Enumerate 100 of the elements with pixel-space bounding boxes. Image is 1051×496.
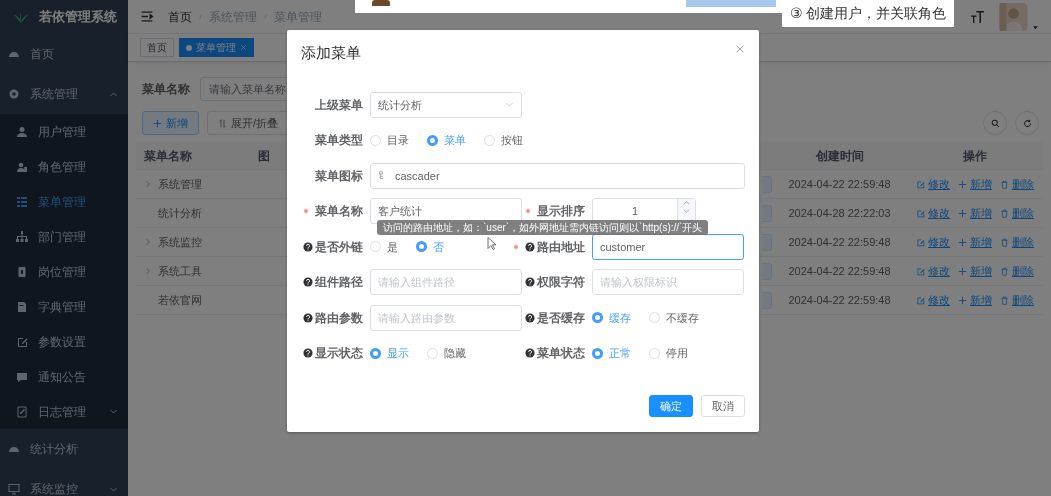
table-cell-text: 2024-04-22 22:59:48 <box>787 292 892 308</box>
refresh-button[interactable] <box>1015 111 1039 135</box>
search-icon <box>990 118 1000 128</box>
sidebar-item[interactable]: 系统管理 <box>0 74 128 114</box>
action-link[interactable]: 新增 <box>958 204 992 222</box>
column-header: 图 <box>258 148 270 163</box>
radio-option[interactable]: 菜单 <box>427 132 466 149</box>
radio-option[interactable]: 正常 <box>592 345 631 362</box>
list-icon <box>16 195 28 208</box>
sidebar-item[interactable]: 字典管理 <box>0 289 128 324</box>
cancel-button[interactable]: 取消 <box>701 395 745 417</box>
plus-icon <box>153 118 162 128</box>
icon-field[interactable]: cascader <box>370 162 745 189</box>
add-button[interactable]: 新增 <box>142 111 199 135</box>
action-link[interactable]: 新增 <box>958 175 992 193</box>
input-field[interactable]: customer <box>592 233 744 260</box>
sidebar-item[interactable]: 首页 <box>0 34 128 74</box>
expand-icon[interactable] <box>144 180 152 188</box>
tooltip: 访问的路由地址，如：`user`，如外网地址需内链访问则以`http(s)://`开头 <box>377 220 709 235</box>
plus-icon <box>958 208 967 218</box>
confirm-button[interactable]: 确定 <box>649 395 693 417</box>
sort-icon <box>218 118 227 128</box>
field-label: 菜单名称 <box>315 203 363 221</box>
radio-option[interactable]: 缓存 <box>592 309 631 326</box>
table-cell-text: 系统监控 <box>158 234 202 250</box>
action-link[interactable]: 新增 <box>958 233 992 251</box>
table-cell-text: 若依官网 <box>158 292 202 308</box>
sidebar-item[interactable]: 系统监控 <box>0 469 128 496</box>
log-icon <box>16 405 28 418</box>
trash-icon <box>1000 237 1009 247</box>
action-link[interactable]: 修改 <box>916 175 950 193</box>
radio-option[interactable]: 目录 <box>370 132 409 149</box>
radio-option[interactable]: 显示 <box>370 345 409 362</box>
menu-icon <box>140 10 154 23</box>
users-icon <box>16 160 28 173</box>
plus-icon <box>958 266 967 276</box>
dropdown-field[interactable]: 统计分析 <box>370 91 522 118</box>
column-header: 菜单名称 <box>144 147 192 165</box>
monitor-icon <box>8 483 20 495</box>
sidebar-item[interactable]: 菜单管理 <box>0 184 128 219</box>
radio-option[interactable]: 否 <box>416 238 444 255</box>
radio-option[interactable]: 停用 <box>649 345 688 362</box>
app-title: 若依管理系统 <box>39 8 117 27</box>
column-header: 操作 <box>963 147 987 165</box>
expand-icon[interactable] <box>144 238 152 246</box>
tab[interactable]: 首页 <box>140 38 174 57</box>
sidebar-item[interactable]: 部门管理 <box>0 219 128 254</box>
refresh-icon <box>1022 118 1032 128</box>
action-link[interactable]: 修改 <box>916 291 950 309</box>
field-label: 是否外链 <box>315 238 363 256</box>
trash-icon <box>1000 295 1009 305</box>
radio-option[interactable]: 不缓存 <box>649 309 699 326</box>
gear-icon <box>8 88 20 100</box>
action-link[interactable]: 修改 <box>916 233 950 251</box>
action-link[interactable]: 新增 <box>958 262 992 280</box>
column-header: 创建时间 <box>815 148 864 163</box>
action-link[interactable]: 删除 <box>1000 204 1034 222</box>
font-size-button[interactable] <box>970 10 985 23</box>
edit-icon <box>16 335 28 348</box>
sidebar-item[interactable]: 用户管理 <box>0 114 128 149</box>
sidebar-item[interactable]: 角色管理 <box>0 149 128 184</box>
action-link[interactable]: 删除 <box>1000 291 1034 309</box>
expand-collapse-button[interactable]: 展开/折叠 <box>207 111 290 135</box>
trash-icon <box>1000 179 1009 189</box>
close-icon <box>735 44 745 54</box>
search-button[interactable] <box>983 111 1007 135</box>
action-link[interactable]: 新增 <box>958 291 992 309</box>
field-label: 组件路径 <box>315 274 363 292</box>
action-link[interactable]: 修改 <box>916 204 950 222</box>
action-link[interactable]: 修改 <box>916 262 950 280</box>
field-label: 路由参数 <box>315 309 363 327</box>
tree-icon <box>16 230 28 243</box>
search-label: 菜单名称 <box>142 81 190 98</box>
expand-icon[interactable] <box>144 267 152 275</box>
caret-icon <box>109 407 118 416</box>
field-label: 路由地址 <box>537 238 585 256</box>
plus-icon <box>958 237 967 247</box>
sidebar-item[interactable]: 统计分析 <box>0 429 128 469</box>
sidebar-item[interactable]: 日志管理 <box>0 394 128 429</box>
plus-icon <box>958 295 967 305</box>
radio-option[interactable]: 隐藏 <box>427 345 466 362</box>
sidebar-item[interactable]: 岗位管理 <box>0 254 128 289</box>
tab[interactable]: 菜单管理 <box>179 38 254 57</box>
field-label: 菜单类型 <box>315 132 363 150</box>
menu-toggle[interactable] <box>140 10 154 23</box>
caret-icon <box>1032 23 1039 31</box>
field-label: 上级菜单 <box>315 96 363 114</box>
action-link[interactable]: 删除 <box>1000 262 1034 280</box>
radio-option[interactable]: 按钮 <box>484 132 523 149</box>
table-cell-text: 2024-04-22 22:59:48 <box>787 263 892 279</box>
table-cell-text: 系统工具 <box>158 263 202 279</box>
action-link[interactable]: 删除 <box>1000 233 1034 251</box>
sidebar-item[interactable]: 通知公告 <box>0 359 128 394</box>
field-label: 权限字符 <box>537 274 585 292</box>
action-link[interactable]: 删除 <box>1000 175 1034 193</box>
radio-option[interactable]: 是 <box>370 238 398 255</box>
sidebar-item[interactable]: 参数设置 <box>0 324 128 359</box>
user-icon <box>16 125 28 138</box>
chat-icon <box>16 370 28 383</box>
breadcrumb-item[interactable]: 首页 <box>168 7 192 26</box>
